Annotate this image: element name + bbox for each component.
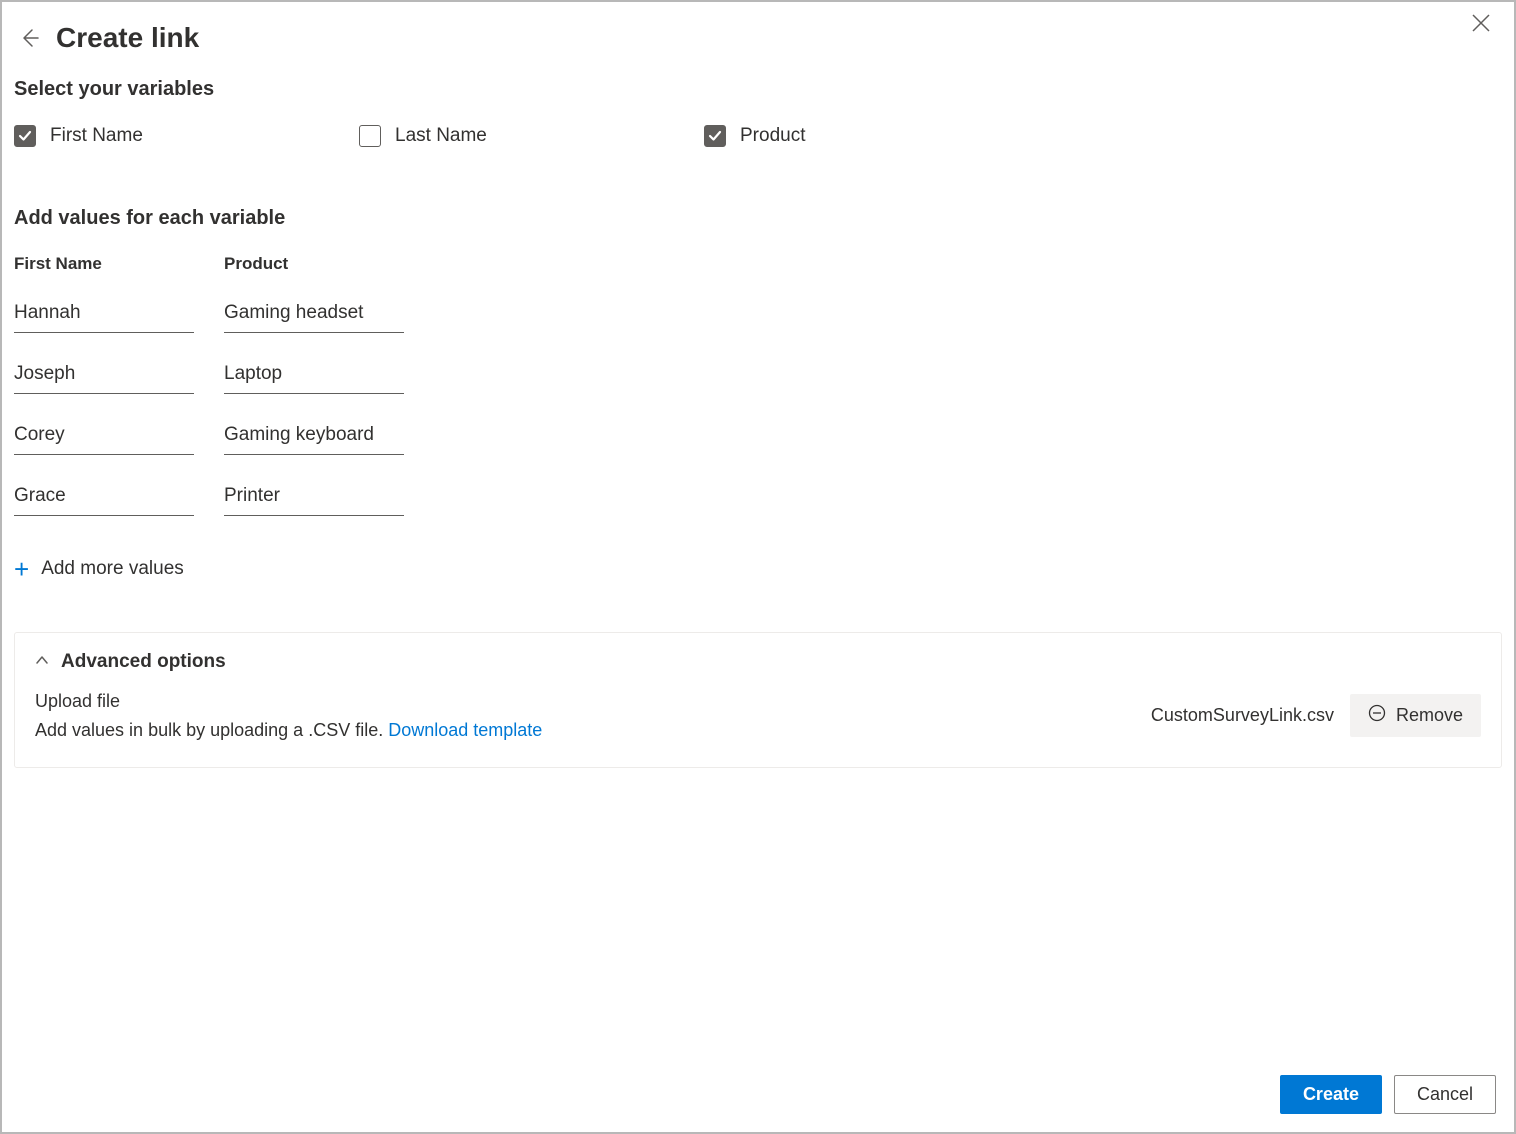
page-title: Create link xyxy=(56,22,199,54)
table-header-first-name: First Name xyxy=(14,254,194,274)
variables-checkbox-row: First Name Last Name Product xyxy=(14,125,1502,147)
remove-label: Remove xyxy=(1396,705,1463,726)
product-input[interactable] xyxy=(224,485,404,516)
section-add-values: Add values for each variable xyxy=(14,207,1502,230)
variable-first-name: First Name xyxy=(14,125,359,147)
values-table: First Name Product xyxy=(14,254,1502,516)
first-name-input[interactable] xyxy=(14,302,194,333)
table-row xyxy=(14,302,1502,333)
plus-icon: + xyxy=(14,556,29,582)
add-more-label: Add more values xyxy=(41,558,184,580)
checkbox-label: Product xyxy=(740,125,805,147)
checkbox-product[interactable] xyxy=(704,125,726,147)
first-name-input[interactable] xyxy=(14,363,194,394)
back-arrow-icon[interactable] xyxy=(18,27,40,49)
checkbox-last-name[interactable] xyxy=(359,125,381,147)
close-icon[interactable] xyxy=(1472,14,1496,38)
upload-file-description: Add values in bulk by uploading a .CSV f… xyxy=(35,716,542,745)
remove-file-button[interactable]: Remove xyxy=(1350,694,1481,737)
table-row xyxy=(14,424,1502,455)
uploaded-filename: CustomSurveyLink.csv xyxy=(1151,705,1334,726)
page-header: Create link xyxy=(14,14,1502,78)
add-more-values-button[interactable]: + Add more values xyxy=(14,556,1502,582)
download-template-link[interactable]: Download template xyxy=(388,720,542,740)
table-header-product: Product xyxy=(224,254,404,274)
checkbox-first-name[interactable] xyxy=(14,125,36,147)
advanced-options-panel: Advanced options Upload file Add values … xyxy=(14,632,1502,768)
product-input[interactable] xyxy=(224,302,404,333)
upload-file-label: Upload file xyxy=(35,687,542,716)
section-select-variables: Select your variables xyxy=(14,78,1502,101)
advanced-options-title: Advanced options xyxy=(61,651,226,673)
checkbox-label: Last Name xyxy=(395,125,487,147)
uploaded-file-area: CustomSurveyLink.csv Remove xyxy=(1151,694,1481,737)
remove-icon xyxy=(1368,704,1386,727)
advanced-options-toggle[interactable]: Advanced options xyxy=(35,651,1481,673)
checkbox-label: First Name xyxy=(50,125,143,147)
product-input[interactable] xyxy=(224,363,404,394)
upload-file-text: Upload file Add values in bulk by upload… xyxy=(35,687,542,745)
advanced-body: Upload file Add values in bulk by upload… xyxy=(35,687,1481,745)
cancel-button[interactable]: Cancel xyxy=(1394,1075,1496,1114)
create-button[interactable]: Create xyxy=(1280,1075,1382,1114)
table-row xyxy=(14,485,1502,516)
table-headers: First Name Product xyxy=(14,254,1502,274)
first-name-input[interactable] xyxy=(14,485,194,516)
first-name-input[interactable] xyxy=(14,424,194,455)
footer-buttons: Create Cancel xyxy=(1280,1075,1496,1114)
variable-product: Product xyxy=(704,125,1049,147)
product-input[interactable] xyxy=(224,424,404,455)
chevron-up-icon xyxy=(35,653,49,672)
variable-last-name: Last Name xyxy=(359,125,704,147)
table-row xyxy=(14,363,1502,394)
